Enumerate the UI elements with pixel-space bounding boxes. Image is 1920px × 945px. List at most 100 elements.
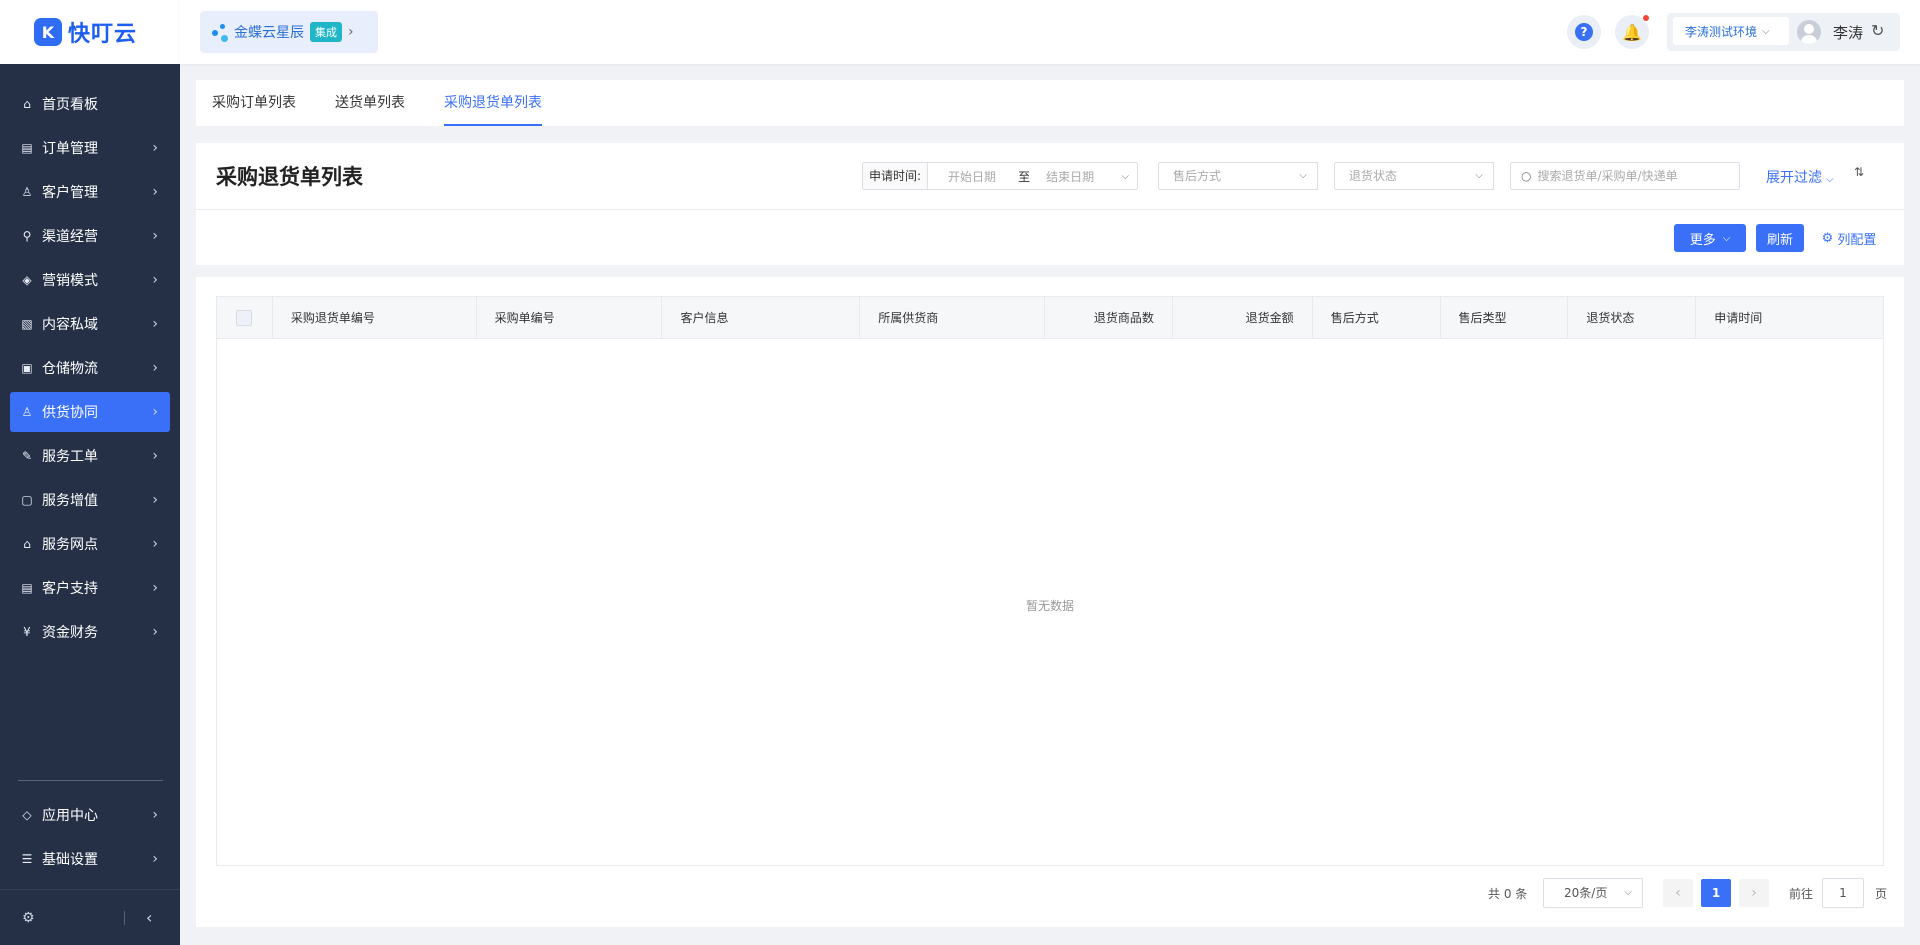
date-range-label: 申请时间: bbox=[863, 163, 929, 189]
org-switcher[interactable]: 金蝶云星辰 集成 › bbox=[200, 11, 378, 53]
sidebar-item-label: 内容私域 bbox=[42, 317, 98, 333]
sidebar-item-0[interactable]: ⌂ 首页看板 bbox=[10, 84, 170, 124]
column-header: 申请时间 bbox=[1714, 311, 1763, 325]
sidebar-item-icon: ♙ bbox=[21, 405, 33, 419]
help-icon: ? bbox=[1575, 23, 1593, 41]
tab-1[interactable]: 送货单列表 bbox=[319, 80, 421, 126]
settings-icon[interactable]: ⚙ bbox=[22, 910, 35, 926]
sidebar-item-10[interactable]: ⌂ 服务网点 › bbox=[10, 524, 170, 564]
return-status-placeholder: 退货状态 bbox=[1349, 169, 1398, 183]
chevron-right-icon: › bbox=[152, 807, 158, 823]
chevron-right-icon: › bbox=[152, 140, 158, 156]
tab-0[interactable]: 采购订单列表 bbox=[196, 80, 312, 126]
chevron-right-icon: › bbox=[152, 316, 158, 332]
table-panel: 采购退货单编号 采购单编号 客户信息 所属供货商 退货商品数 退货金额 售后方式 售后类型 退货… bbox=[196, 277, 1904, 927]
sidebar-item-icon: ⚲ bbox=[22, 229, 32, 243]
sort-icon[interactable]: ⇅ bbox=[1854, 165, 1864, 179]
chevron-down-icon: ⌵ bbox=[1722, 232, 1731, 244]
sidebar-item-8[interactable]: ✎ 服务工单 › bbox=[10, 436, 170, 476]
column-config-button[interactable]: ⚙ 列配置 bbox=[1814, 224, 1884, 252]
sidebar-item-icon: ◈ bbox=[22, 273, 32, 287]
sidebar-item-1[interactable]: ☰ 基础设置 › bbox=[10, 839, 170, 879]
refresh-button[interactable]: 刷新 bbox=[1756, 224, 1804, 252]
expand-filter-button[interactable]: 展开过滤 ⌵ bbox=[1766, 167, 1834, 187]
expand-filter-label: 展开过滤 bbox=[1766, 170, 1822, 186]
sidebar-item-label: 仓储物流 bbox=[42, 361, 98, 377]
sidebar-divider bbox=[18, 780, 163, 781]
sidebar-item-icon: ▤ bbox=[21, 581, 33, 595]
return-status-select[interactable]: 退货状态 ⌵ bbox=[1334, 162, 1494, 190]
help-button[interactable]: ? bbox=[1567, 15, 1601, 49]
sidebar-item-icon: ▢ bbox=[21, 493, 33, 507]
search-input[interactable] bbox=[1537, 169, 1728, 183]
sidebar-item-label: 营销模式 bbox=[42, 273, 98, 289]
chevron-down-icon: ⌵ bbox=[1299, 170, 1307, 181]
end-date-input[interactable]: 结束日期 bbox=[1046, 168, 1094, 185]
user-name[interactable]: 李涛 bbox=[1833, 22, 1863, 43]
chevron-right-icon: › bbox=[152, 580, 158, 596]
sidebar-item-icon: ✎ bbox=[21, 449, 33, 463]
column-header: 退货状态 bbox=[1568, 297, 1697, 338]
next-page-button[interactable]: › bbox=[1739, 879, 1769, 907]
page-button-current[interactable]: 1 bbox=[1701, 879, 1731, 907]
notification-button[interactable]: 🔔 bbox=[1615, 15, 1649, 49]
sidebar-item-label: 供货协同 bbox=[42, 405, 98, 421]
column-header: 退货商品数 bbox=[1045, 297, 1173, 338]
column-header: 所属供货商 bbox=[860, 297, 1045, 338]
return-orders-table: 采购退货单编号 采购单编号 客户信息 所属供货商 退货商品数 退货金额 售后方式 售后类型 退货… bbox=[216, 296, 1884, 866]
chevron-right-icon: › bbox=[152, 624, 158, 640]
sidebar-item-12[interactable]: ¥ 资金财务 › bbox=[10, 612, 170, 652]
column-header: 售后类型 bbox=[1441, 297, 1569, 338]
sidebar-item-label: 基础设置 bbox=[42, 852, 98, 868]
sidebar-item-label: 客户管理 bbox=[42, 185, 98, 201]
after-sale-mode-select[interactable]: 售后方式 ⌵ bbox=[1158, 162, 1318, 190]
sidebar-item-label: 服务网点 bbox=[42, 537, 98, 553]
column-config-label: 列配置 bbox=[1837, 232, 1877, 248]
goto-page-input[interactable] bbox=[1822, 878, 1864, 908]
prev-page-button[interactable]: ‹ bbox=[1663, 879, 1693, 907]
avatar[interactable] bbox=[1797, 20, 1821, 44]
sidebar-nav: ⌂ 首页看板 ▤ 订单管理 › ♙ 客户管理 › ⚲ 渠道经营 › ◈ 营销模式 › ▧ 内容私域 › ▣ 仓储物流… bbox=[0, 64, 180, 652]
start-date-input[interactable]: 开始日期 bbox=[948, 168, 996, 185]
sidebar-item-6[interactable]: ▣ 仓储物流 › bbox=[10, 348, 170, 388]
chevron-right-icon: › bbox=[152, 448, 158, 464]
top-header: 金蝶云星辰 集成 › ? 🔔 李涛测试环境 ⌵ 李涛 ↻ bbox=[180, 0, 1920, 64]
environment-select[interactable]: 李涛测试环境 ⌵ bbox=[1673, 17, 1789, 45]
sidebar-item-9[interactable]: ▢ 服务增值 › bbox=[10, 480, 170, 520]
apply-date-range[interactable]: 申请时间: 开始日期 至 结束日期 ⌵ bbox=[862, 162, 1138, 190]
page-size-select[interactable]: 20条/页 ⌵ bbox=[1543, 878, 1643, 908]
sidebar-item-5[interactable]: ▧ 内容私域 › bbox=[10, 304, 170, 344]
integration-badge: 集成 bbox=[310, 22, 342, 42]
chevron-down-icon: ⌵ bbox=[1762, 25, 1770, 37]
sidebar-item-7[interactable]: ♙ 供货协同 › bbox=[10, 392, 170, 432]
sidebar-item-1[interactable]: ▤ 订单管理 › bbox=[10, 128, 170, 168]
search-box[interactable]: ○ bbox=[1510, 162, 1740, 190]
more-button[interactable]: 更多 ⌵ bbox=[1674, 224, 1746, 252]
page-size-value: 20条/页 bbox=[1564, 886, 1608, 900]
collapse-sidebar-icon[interactable]: ‹ bbox=[146, 908, 152, 927]
sidebar-item-icon: ¥ bbox=[23, 625, 31, 639]
environment-label: 李涛测试环境 bbox=[1685, 24, 1758, 39]
sidebar-item-icon: ▣ bbox=[21, 361, 33, 375]
sidebar-item-11[interactable]: ▤ 客户支持 › bbox=[10, 568, 170, 608]
sidebar-item-4[interactable]: ◈ 营销模式 › bbox=[10, 260, 170, 300]
sidebar-item-3[interactable]: ⚲ 渠道经营 › bbox=[10, 216, 170, 256]
tab-2[interactable]: 采购退货单列表 bbox=[428, 80, 558, 126]
gear-icon: ⚙ bbox=[1821, 230, 1834, 246]
sidebar-item-0[interactable]: ◇ 应用中心 › bbox=[10, 795, 170, 835]
sidebar-item-icon: ▤ bbox=[21, 141, 33, 155]
sidebar-footer: ⚙ ‹ bbox=[0, 889, 180, 945]
refresh-icon[interactable]: ↻ bbox=[1871, 21, 1884, 40]
sidebar-item-2[interactable]: ♙ 客户管理 › bbox=[10, 172, 170, 212]
bell-icon: 🔔 bbox=[1622, 22, 1642, 42]
select-all-header bbox=[217, 297, 273, 338]
logo[interactable]: K 快叮云 bbox=[0, 0, 180, 64]
pagination: 共 0 条 20条/页 ⌵ ‹ 1 › 前往 页 bbox=[196, 878, 1904, 908]
chevron-right-icon: › bbox=[152, 360, 158, 376]
user-area: 李涛测试环境 ⌵ 李涛 ↻ bbox=[1667, 13, 1900, 51]
empty-state-text: 暂无数据 bbox=[1025, 599, 1074, 613]
after-sale-mode-placeholder: 售后方式 bbox=[1173, 169, 1222, 183]
select-all-checkbox[interactable] bbox=[236, 309, 253, 326]
filter-panel: 采购退货单列表 申请时间: 开始日期 至 结束日期 ⌵ 售后方式 ⌵ 退货状态 … bbox=[196, 143, 1904, 265]
total-count: 共 0 条 bbox=[1488, 887, 1528, 901]
